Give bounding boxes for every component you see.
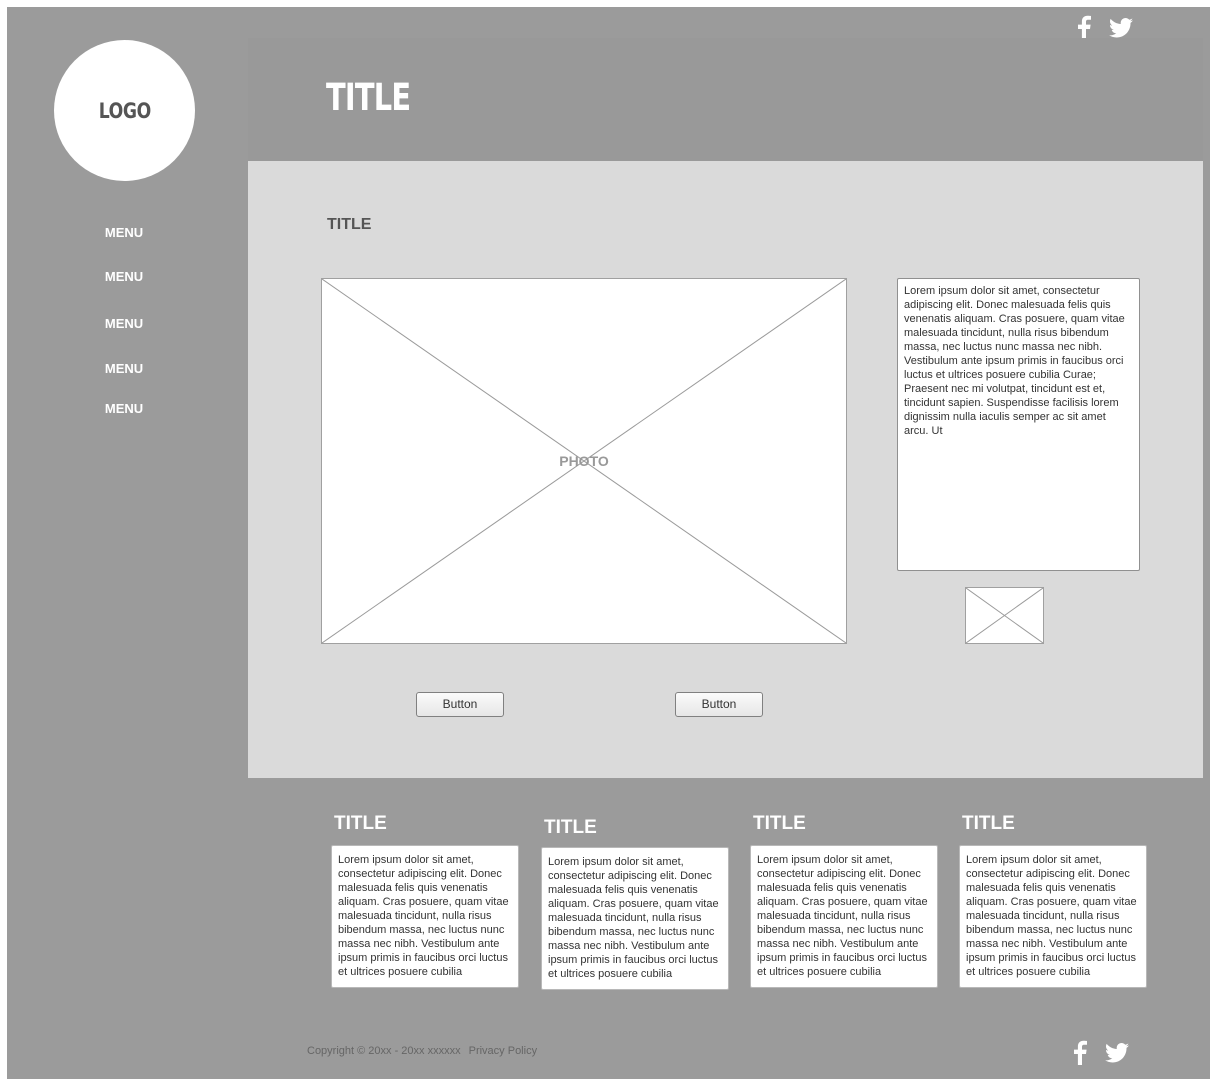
sidebar-menu-item-3[interactable]: MENU [70,316,178,331]
sidebar-menu-item-2[interactable]: MENU [70,269,178,284]
side-text-box: Lorem ipsum dolor sit amet, consectetur … [897,278,1140,571]
photo-label: PHOTO [559,453,609,469]
header-social [1077,15,1133,40]
twitter-icon[interactable] [1105,1042,1129,1063]
card-1: Lorem ipsum dolor sit amet, consectetur … [331,845,519,988]
card-text-3: Lorem ipsum dolor sit amet, consectetur … [757,854,928,978]
card-title-2: TITLE [544,817,597,838]
sidebar-menu-item-5[interactable]: MENU [70,401,178,416]
copyright-text: Copyright © 20xx - 20xx xxxxxx [307,1045,461,1057]
card-2: Lorem ipsum dolor sit amet, consectetur … [541,847,729,990]
card-text-2: Lorem ipsum dolor sit amet, consectetur … [548,856,719,980]
card-4: Lorem ipsum dolor sit amet, consectetur … [959,845,1147,988]
side-text-paragraph: Lorem ipsum dolor sit amet, consectetur … [904,285,1125,437]
footer-social [1073,1040,1129,1065]
facebook-icon[interactable] [1073,1040,1087,1065]
card-title-1: TITLE [334,813,387,834]
section-title: TITLE [327,216,372,233]
page-title: TITLE [326,76,411,119]
twitter-icon[interactable] [1109,17,1133,38]
thumbnail-placeholder[interactable] [965,587,1044,644]
button-1[interactable]: Button [416,692,504,717]
card-text-1: Lorem ipsum dolor sit amet, consectetur … [338,854,509,978]
sidebar-menu-item-4[interactable]: MENU [70,361,178,376]
logo[interactable]: LOGO [54,40,195,181]
main-content: TITLE PHOTO Lorem ipsum dolor sit amet, … [248,161,1203,778]
logo-text: LOGO [98,98,151,123]
card-title-4: TITLE [962,813,1015,834]
button-2[interactable]: Button [675,692,763,717]
header-banner: TITLE [248,38,1203,161]
card-3: Lorem ipsum dolor sit amet, consectetur … [750,845,938,988]
photo-placeholder: PHOTO [321,278,847,644]
card-title-3: TITLE [753,813,806,834]
footer-text: Copyright © 20xx - 20xx xxxxxx Privacy Po… [307,1045,545,1057]
sidebar-menu-item-1[interactable]: MENU [70,225,178,240]
card-text-4: Lorem ipsum dolor sit amet, consectetur … [966,854,1137,978]
image-placeholder-icon [965,587,1044,644]
photo-label-wrap: PHOTO [322,279,846,643]
privacy-policy-link[interactable]: Privacy Policy [469,1045,537,1057]
facebook-icon[interactable] [1077,15,1091,40]
